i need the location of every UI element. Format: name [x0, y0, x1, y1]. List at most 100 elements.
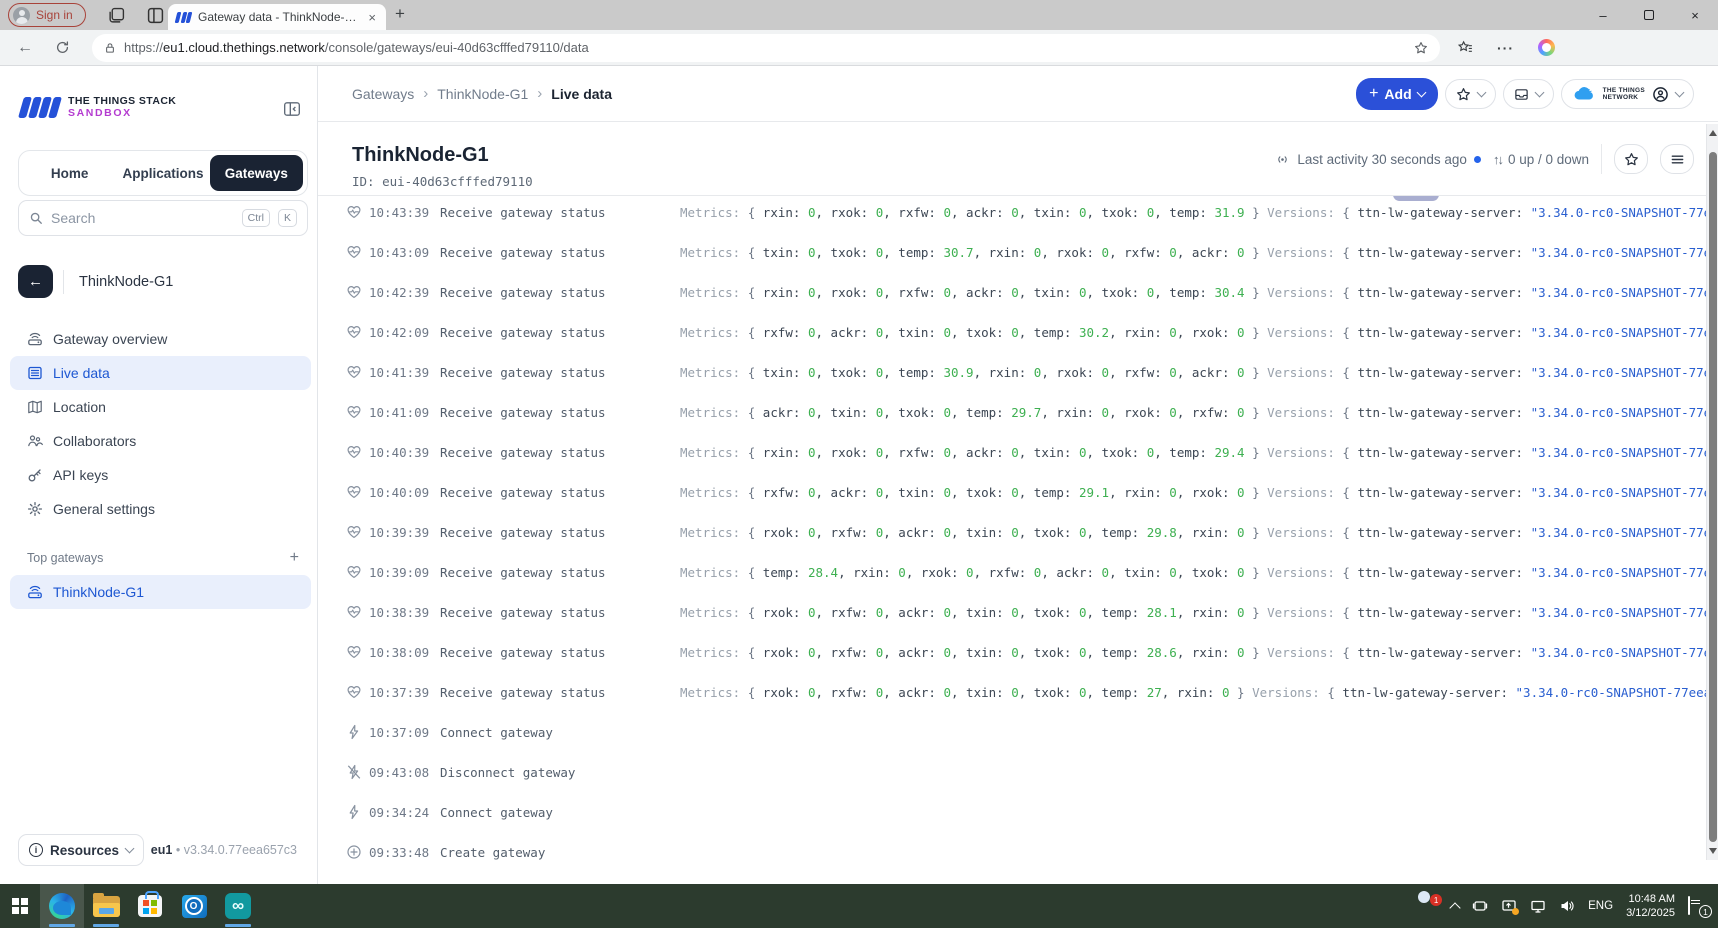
sidebar-item-api-keys[interactable]: API keys: [10, 458, 311, 492]
event-icon: [346, 364, 362, 380]
event-row[interactable]: 09:33:48 Create gateway: [318, 832, 1718, 872]
notifications-dropdown-button[interactable]: [1503, 79, 1554, 109]
scroll-up-icon[interactable]: [1709, 130, 1717, 136]
event-preview: Metrics: { rxok: 0, rxfw: 0, ackr: 0, tx…: [680, 605, 1718, 620]
event-row[interactable]: 10:41:09 Receive gateway status Metrics:…: [318, 392, 1718, 432]
sidebar-item-location[interactable]: Location: [10, 390, 311, 424]
breadcrumb-gateways[interactable]: Gateways: [352, 86, 414, 102]
starred-dropdown-button[interactable]: [1445, 79, 1496, 109]
event-row[interactable]: 10:40:39 Receive gateway status Metrics:…: [318, 432, 1718, 472]
sync-status-icon[interactable]: [1501, 898, 1517, 914]
refresh-button[interactable]: [55, 40, 70, 55]
sidebar-collapse-icon[interactable]: [283, 100, 301, 118]
sidebar-item-gateway-overview[interactable]: Gateway overview: [10, 322, 311, 356]
clock[interactable]: 10:48 AM 3/12/2025: [1626, 892, 1675, 920]
event-row[interactable]: 10:41:39 Receive gateway status Metrics:…: [318, 352, 1718, 392]
tab-home[interactable]: Home: [23, 155, 116, 191]
back-to-gateways-button[interactable]: ←: [18, 265, 53, 298]
event-row[interactable]: 09:43:08 Disconnect gateway: [318, 752, 1718, 792]
breadcrumb-entity[interactable]: ThinkNode-G1: [437, 86, 528, 102]
workspaces-icon[interactable]: [108, 7, 125, 24]
favorites-bar-icon[interactable]: [1458, 40, 1473, 55]
window-minimize-button[interactable]: –: [1580, 0, 1626, 30]
live-data-icon: [27, 365, 43, 381]
event-row[interactable]: 10:40:09 Receive gateway status Metrics:…: [318, 472, 1718, 512]
event-row[interactable]: 10:39:09 Receive gateway status Metrics:…: [318, 552, 1718, 592]
add-gateway-icon[interactable]: +: [290, 549, 299, 567]
favorite-star-icon[interactable]: [1414, 41, 1428, 55]
breadcrumb: Gateways › ThinkNode-G1 › Live data: [352, 85, 612, 102]
scroll-down-icon[interactable]: [1709, 848, 1717, 854]
taskbar-arduino[interactable]: ∞: [216, 884, 260, 928]
tts-favicon: [176, 12, 191, 23]
event-row[interactable]: 10:37:39 Receive gateway status Metrics:…: [318, 672, 1718, 712]
browser-menu-icon[interactable]: ···: [1497, 40, 1514, 56]
event-row[interactable]: 10:38:09 Receive gateway status Metrics:…: [318, 632, 1718, 672]
taskbar-store[interactable]: [128, 884, 172, 928]
taskbar-edge[interactable]: [40, 884, 84, 928]
event-row[interactable]: 10:38:39 Receive gateway status Metrics:…: [318, 592, 1718, 632]
time: 10:48 AM: [1626, 892, 1675, 906]
event-preview: Metrics: { rxin: 0, rxok: 0, rxfw: 0, ac…: [680, 205, 1718, 220]
vertical-scroll-thumb[interactable]: [1709, 152, 1717, 842]
add-button[interactable]: + Add: [1356, 78, 1438, 110]
event-icon: [346, 684, 362, 700]
store-icon: [138, 895, 162, 917]
tab-gateways[interactable]: Gateways: [210, 155, 303, 191]
window-restore-button[interactable]: [1626, 0, 1672, 30]
outlook-icon: [182, 895, 207, 918]
tray-expand-icon[interactable]: [1449, 902, 1460, 913]
sidebar-item-collaborators[interactable]: Collaborators: [10, 424, 311, 458]
resources-button[interactable]: i Resources: [18, 834, 144, 866]
account-menu-button[interactable]: THE THINGSNETWORK: [1561, 79, 1694, 109]
taskbar-file-explorer[interactable]: [84, 884, 128, 928]
tts-console: THE THINGS STACK SANDBOX Home Applicatio…: [0, 66, 1718, 884]
updown-counter: ↑↓ 0 up / 0 down: [1493, 152, 1589, 167]
top-gateway-item[interactable]: ThinkNode-G1: [10, 575, 311, 609]
tab-applications[interactable]: Applications: [116, 155, 209, 191]
browser-tab[interactable]: Gateway data - ThinkNode-G1 - T ×: [168, 4, 386, 30]
event-row[interactable]: 10:43:09 Receive gateway status Metrics:…: [318, 232, 1718, 272]
sidebar-item-live-data[interactable]: Live data: [10, 356, 311, 390]
event-icon: [346, 404, 362, 420]
network-icon[interactable]: [1530, 898, 1546, 914]
new-tab-button[interactable]: +: [395, 4, 405, 24]
screen-clip-icon[interactable]: [1472, 898, 1488, 914]
start-button[interactable]: [0, 884, 40, 928]
event-preview: Metrics: { txin: 0, txok: 0, temp: 30.9,…: [680, 365, 1718, 380]
bookmark-gateway-button[interactable]: [1614, 144, 1648, 174]
star-icon: [1456, 87, 1471, 102]
tab-close-icon[interactable]: ×: [366, 10, 378, 25]
copilot-icon[interactable]: [1538, 39, 1555, 56]
search-input[interactable]: Search Ctrl K: [18, 200, 308, 236]
taskbar-outlook[interactable]: [172, 884, 216, 928]
event-row[interactable]: 09:34:24 Connect gateway: [318, 792, 1718, 832]
event-preview: Metrics: { txin: 0, txok: 0, temp: 30.7,…: [680, 245, 1718, 260]
tts-logo[interactable]: THE THINGS STACK SANDBOX: [21, 95, 176, 119]
sidebar-item-general-settings[interactable]: General settings: [10, 492, 311, 526]
last-activity: Last activity 30 seconds ago: [1275, 152, 1481, 167]
event-row[interactable]: 10:37:09 Connect gateway: [318, 712, 1718, 752]
event-icon: [346, 604, 362, 620]
event-name: Receive gateway status: [440, 245, 680, 260]
event-time: 10:43:09: [369, 245, 440, 260]
browser-profile-button[interactable]: Sign in: [8, 3, 86, 27]
window-close-button[interactable]: ×: [1672, 0, 1718, 30]
event-time: 10:39:39: [369, 525, 440, 540]
back-button[interactable]: ←: [17, 39, 33, 57]
vertical-scrollbar[interactable]: [1706, 124, 1718, 860]
address-bar[interactable]: https://eu1.cloud.thethings.network/cons…: [92, 34, 1440, 62]
volume-icon[interactable]: [1559, 898, 1575, 914]
event-row[interactable]: 10:39:39 Receive gateway status Metrics:…: [318, 512, 1718, 552]
event-row[interactable]: 10:42:39 Receive gateway status Metrics:…: [318, 272, 1718, 312]
event-preview: Metrics: { rxin: 0, rxok: 0, rxfw: 0, ac…: [680, 285, 1718, 300]
more-menu-button[interactable]: [1660, 144, 1694, 174]
tts-logo-icon: [21, 97, 59, 118]
event-row[interactable]: 10:43:39 Receive gateway status Metrics:…: [318, 196, 1718, 232]
language-indicator[interactable]: ENG: [1588, 900, 1613, 912]
gateway-icon: [27, 331, 43, 347]
tab-layout-icon[interactable]: [147, 7, 164, 24]
onedrive-icon[interactable]: 1: [1412, 897, 1438, 915]
event-row[interactable]: 10:42:09 Receive gateway status Metrics:…: [318, 312, 1718, 352]
notification-center-button[interactable]: 1: [1688, 897, 1708, 915]
